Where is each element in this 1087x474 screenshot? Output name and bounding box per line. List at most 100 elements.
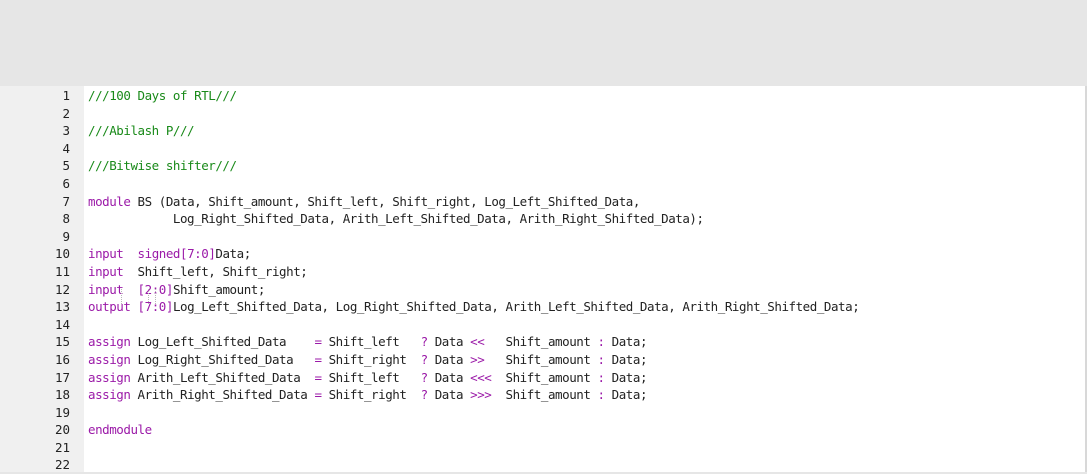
code-line[interactable]: 13 output [7:0]Log_Left_Shifted_Data, Log…	[0, 298, 1087, 316]
code-keyword: ?	[420, 387, 429, 403]
line-number: 4	[62, 140, 70, 156]
line-number: 6	[62, 175, 70, 191]
code-line[interactable]: 15 assign Log_Left_Shifted_Data = Shift_l…	[0, 333, 1087, 351]
line-number: 17	[54, 369, 70, 385]
line-number: 18	[54, 387, 70, 403]
code-token: Shift_amount	[484, 334, 598, 350]
code-line[interactable]: 17 assign Arith_Left_Shifted_Data = Shift…	[0, 369, 1087, 387]
code-keyword: ?	[420, 334, 429, 350]
code-keyword: [7:0]	[180, 246, 216, 262]
line-text: module BS (Data, Shift_amount, Shift_lef…	[88, 193, 640, 211]
line-number: 10	[54, 246, 70, 262]
line-text: output [7:0]Log_Left_Shifted_Data, Log_R…	[88, 298, 860, 316]
line-text: endmodule	[88, 421, 152, 439]
code-token: Shift_amount	[484, 351, 598, 367]
code-keyword: =	[314, 351, 322, 367]
code-line[interactable]: 11 input Shift_left, Shift_right;	[0, 263, 1087, 281]
line-number: 7	[62, 193, 70, 209]
code-keyword: endmodule	[88, 422, 152, 438]
code-line[interactable]: 18 assign Arith_Right_Shifted_Data = Shif…	[0, 386, 1087, 404]
code-token: Shift_right	[321, 351, 421, 367]
indent-guide	[148, 289, 149, 304]
line-number: 9	[62, 228, 70, 244]
code-keyword: =	[314, 369, 322, 385]
code-token: Data;	[604, 334, 648, 350]
line-text: input signed[7:0]Data;	[88, 245, 251, 263]
code-comment: ///Abilash P///	[88, 123, 195, 139]
code-token: Shift_right	[321, 387, 421, 403]
code-line[interactable]: 5 ///Bitwise shifter///	[0, 157, 1087, 175]
code-keyword: =	[314, 387, 322, 403]
code-keyword: >>>	[470, 387, 492, 403]
code-keyword: module	[88, 193, 131, 209]
line-text: ///100 Days of RTL///	[88, 87, 237, 105]
code-line[interactable]: 1 ///100 Days of RTL///	[0, 87, 1087, 105]
line-text: input [2:0]Shift_amount;	[88, 281, 265, 299]
line-number: 11	[54, 263, 70, 279]
code-keyword: <<	[470, 334, 485, 350]
code-line[interactable]: 2	[0, 105, 1087, 123]
code-token: BS (Data, Shift_amount, Shift_left, Shif…	[130, 193, 641, 209]
code-line[interactable]: 7 module BS (Data, Shift_amount, Shift_le…	[0, 193, 1087, 211]
code-keyword: :	[597, 334, 606, 350]
code-keyword: input	[88, 281, 124, 297]
code-line[interactable]: 6	[0, 175, 1087, 193]
line-text: assign Log_Left_Shifted_Data = Shift_lef…	[88, 333, 648, 351]
code-line[interactable]: 16 assign Log_Right_Shifted_Data = Shift_…	[0, 351, 1087, 369]
code-token: Arith_Right_Shifted_Data	[130, 387, 315, 403]
code-keyword: :	[597, 387, 606, 403]
code-line[interactable]: 21	[0, 439, 1087, 457]
line-text: assign Log_Right_Shifted_Data = Shift_ri…	[88, 351, 648, 369]
code-line[interactable]: 20 endmodule	[0, 421, 1087, 439]
line-number: 3	[62, 123, 70, 139]
line-number: 8	[62, 211, 70, 227]
code-token: Data;	[604, 351, 648, 367]
code-line[interactable]: 8 Log_Right_Shifted_Data, Arith_Left_Shi…	[0, 210, 1087, 228]
code-line[interactable]: 9	[0, 228, 1087, 246]
code-token: Data	[427, 334, 471, 350]
code-keyword: assign	[88, 334, 131, 350]
line-text: ///Bitwise shifter///	[88, 157, 237, 175]
code-token: Data	[427, 387, 471, 403]
code-keyword: input	[88, 246, 124, 262]
code-area[interactable]: 1 ///100 Days of RTL/// 2 3 ///Abilash P/// 4…	[0, 86, 1087, 474]
code-line[interactable]: 10 input signed[7:0]Data;	[0, 245, 1087, 263]
line-number: 14	[54, 316, 70, 332]
code-token: Shift_left	[321, 334, 421, 350]
code-line[interactable]: 19	[0, 404, 1087, 422]
code-line[interactable]: 14	[0, 316, 1087, 334]
line-number: 1	[62, 88, 70, 103]
code-keyword: <<<	[470, 369, 492, 385]
line-number: 5	[62, 158, 70, 174]
code-comment: ///100 Days of RTL///	[88, 88, 237, 103]
code-keyword: assign	[88, 369, 131, 385]
code-token: Log_Right_Shifted_Data, Arith_Left_Shift…	[88, 211, 704, 227]
line-number: 20	[54, 422, 70, 438]
line-text: Log_Right_Shifted_Data, Arith_Left_Shift…	[88, 210, 704, 228]
code-token: Shift_left	[321, 369, 421, 385]
code-line[interactable]: 3 ///Abilash P///	[0, 122, 1087, 140]
code-token: Data	[427, 369, 471, 385]
line-text: ///Abilash P///	[88, 122, 195, 140]
code-keyword: ?	[420, 369, 429, 385]
line-number: 2	[62, 105, 70, 121]
line-number: 16	[54, 351, 70, 367]
indent-guide	[121, 289, 122, 304]
code-keyword: :	[597, 369, 606, 385]
code-line[interactable]: 12 input [2:0]Shift_amount;	[0, 281, 1087, 299]
code-token: Arith_Left_Shifted_Data	[130, 369, 315, 385]
code-token: Data;	[604, 387, 648, 403]
code-token: Shift_amount	[491, 369, 598, 385]
code-editor[interactable]: 1 ///100 Days of RTL/// 2 3 ///Abilash P/// 4…	[0, 86, 1087, 472]
code-comment: ///Bitwise shifter///	[88, 158, 237, 174]
line-text: assign Arith_Right_Shifted_Data = Shift_…	[88, 386, 648, 404]
code-line[interactable]: 22	[0, 456, 1087, 474]
code-line[interactable]: 4	[0, 140, 1087, 158]
code-keyword: output	[88, 299, 131, 315]
code-token: Log_Left_Shifted_Data, Log_Right_Shifted…	[172, 299, 860, 315]
code-keyword: :	[597, 351, 606, 367]
code-token: Shift_amount;	[172, 281, 265, 297]
